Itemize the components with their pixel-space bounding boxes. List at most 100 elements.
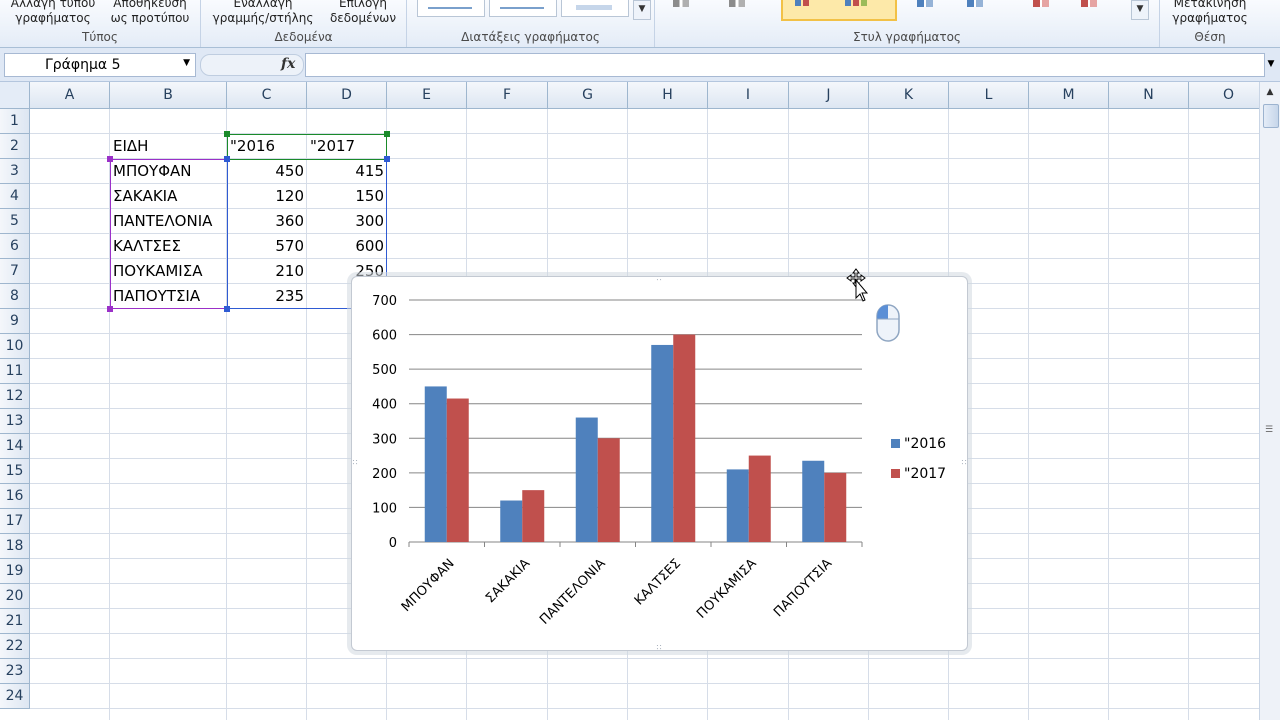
column-header-d[interactable]: D [307,82,387,109]
resize-handle: ∷ [961,458,966,467]
save-as-template-label-1: Αποθήκευση [113,0,187,10]
gridline-vertical [1028,109,1029,720]
category-range-highlight [110,159,228,309]
row-header-10[interactable]: 10 [0,334,30,359]
scroll-up-icon[interactable]: ▲ [1262,84,1278,100]
row-header-24[interactable]: 24 [0,684,30,709]
range-handle[interactable] [224,131,230,137]
name-box-value: Γράφημα 5 [45,57,121,73]
row-header-17[interactable]: 17 [0,509,30,534]
row-header-5[interactable]: 5 [0,209,30,234]
ribbon-group-label-location: Θέση [1194,30,1226,44]
styles-more-button[interactable]: ▼ [1131,0,1149,20]
select-data-label-2: δεδομένων [329,11,397,25]
legend-swatch [891,439,900,448]
column-header-c[interactable]: C [227,82,307,109]
row-header-18[interactable]: 18 [0,534,30,559]
style-swatch-gray-1[interactable] [673,0,689,7]
style-selected-colorful[interactable] [781,0,897,21]
style-swatch-red-2[interactable] [1081,0,1097,7]
row-header-6[interactable]: 6 [0,234,30,259]
row-header-11[interactable]: 11 [0,359,30,384]
formula-bar: Γράφημα 5 ▼ fx ▼ [0,48,1280,82]
row-header-1[interactable]: 1 [0,109,30,134]
range-handle[interactable] [107,156,113,162]
chart-layout-2-thumbnail[interactable] [489,0,557,17]
column-header-n[interactable]: N [1109,82,1189,109]
row-header-22[interactable]: 22 [0,634,30,659]
range-handle[interactable] [224,306,230,312]
gridline-horizontal [30,658,1259,659]
ribbon: Αλλαγή τύπου γραφήματος Αποθήκευση ως πρ… [0,0,1280,48]
style-swatch-gray-2[interactable] [729,0,745,7]
row-header-13[interactable]: 13 [0,409,30,434]
insert-function-icon[interactable]: fx [281,56,295,72]
name-box[interactable]: Γράφημα 5 ▼ [4,53,196,77]
select-data-button[interactable]: Επιλογή δεδομένων [323,0,403,26]
row-header-14[interactable]: 14 [0,434,30,459]
range-handle[interactable] [107,306,113,312]
change-chart-type-button[interactable]: Αλλαγή τύπου γραφήματος [4,0,102,26]
row-header-23[interactable]: 23 [0,659,30,684]
x-tick-label: ΚΑΛΤΣΕΣ [632,556,684,608]
column-header-b[interactable]: B [110,82,227,109]
row-header-7[interactable]: 7 [0,259,30,284]
change-chart-type-label-1: Αλλαγή τύπου [10,0,96,10]
row-header-3[interactable]: 3 [0,159,30,184]
column-header-l[interactable]: L [949,82,1029,109]
switch-row-column-label-1: Εναλλαγή [233,0,293,10]
row-header-2[interactable]: 2 [0,134,30,159]
style-swatch-red-1[interactable] [1033,0,1049,7]
row-header-19[interactable]: 19 [0,559,30,584]
move-chart-label-1: Μετακίνηση [1173,0,1247,10]
y-tick-label: 0 [389,536,397,551]
column-header-k[interactable]: K [869,82,949,109]
column-header-a[interactable]: A [30,82,110,109]
column-header-e[interactable]: E [387,82,467,109]
style-swatch-blue-1[interactable] [917,0,933,7]
move-chart-button[interactable]: Μετακίνηση γραφήματος [1162,0,1258,26]
row-header-15[interactable]: 15 [0,459,30,484]
column-header-i[interactable]: I [708,82,789,109]
row-header-20[interactable]: 20 [0,584,30,609]
layouts-more-button[interactable]: ▼ [633,0,651,20]
column-header-f[interactable]: F [467,82,548,109]
vertical-scrollbar[interactable]: ▲ ☰ [1259,82,1280,720]
y-tick-label: 200 [372,467,397,482]
range-handle[interactable] [224,156,230,162]
row-header-12[interactable]: 12 [0,384,30,409]
row-header-21[interactable]: 21 [0,609,30,634]
expand-formula-bar-icon[interactable]: ▼ [1265,53,1277,75]
x-tick-label: ΜΠΟΥΦΑΝ [399,556,458,615]
x-tick-label: ΣΑΚΑΚΙΑ [483,556,533,606]
row-header-16[interactable]: 16 [0,484,30,509]
x-tick-label: ΠΑΝΤΕΛΟΝΙΑ [537,556,609,628]
row-header-4[interactable]: 4 [0,184,30,209]
ribbon-group-styles: ▼ Στυλ γραφήματος [655,0,1160,47]
series-range-highlight [227,134,387,160]
insert-function-control: fx [200,54,304,76]
chart-layout-1-thumbnail[interactable] [417,0,485,17]
row-header-8[interactable]: 8 [0,284,30,309]
style-swatch-blue-2[interactable] [967,0,983,7]
row-header-9[interactable]: 9 [0,309,30,334]
range-handle[interactable] [384,156,390,162]
cell-b2[interactable]: ΕΙΔΗ [110,134,227,159]
save-as-template-button[interactable]: Αποθήκευση ως προτύπου [102,0,198,26]
chevron-down-icon[interactable]: ▼ [183,58,190,68]
bar-series-1 [424,386,447,542]
select-data-label-1: Επιλογή [338,0,388,10]
column-header-o[interactable]: O [1189,82,1259,109]
column-header-g[interactable]: G [548,82,628,109]
select-all-corner[interactable] [0,82,30,109]
range-handle[interactable] [384,131,390,137]
column-header-j[interactable]: J [789,82,869,109]
scrollbar-thumb[interactable] [1263,104,1279,128]
split-grip-icon[interactable]: ☰ [1265,425,1275,435]
y-tick-label: 500 [372,363,397,378]
column-header-h[interactable]: H [628,82,708,109]
switch-row-column-button[interactable]: Εναλλαγή γραμμής/στήλης [205,0,321,26]
column-header-m[interactable]: M [1029,82,1109,109]
formula-input[interactable] [305,53,1265,77]
chart-layout-3-thumbnail[interactable] [561,0,629,17]
